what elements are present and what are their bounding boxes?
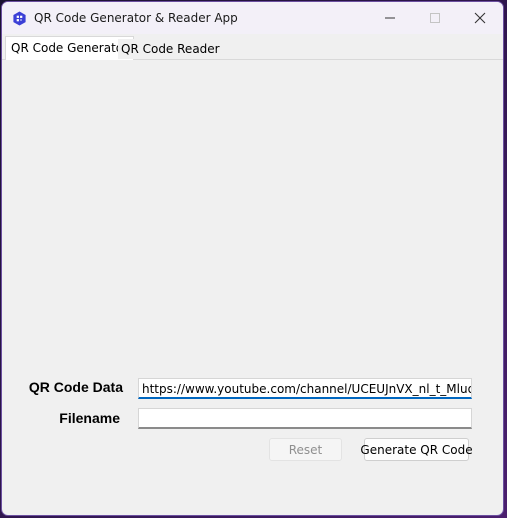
minimize-icon (385, 17, 395, 19)
window-title: QR Code Generator & Reader App (34, 11, 238, 25)
generate-qr-code-button[interactable]: Generate QR Code (360, 438, 473, 461)
qr-code-data-label: QR Code Data (28, 379, 123, 395)
minimize-button[interactable] (367, 2, 413, 34)
qr-code-data-input[interactable]: https://www.youtube.com/channel/UCEUJnVX… (138, 378, 472, 399)
filename-input[interactable] (138, 408, 472, 429)
close-icon (474, 12, 486, 24)
tab-qr-code-generator[interactable]: QR Code Generator (5, 36, 135, 60)
close-button[interactable] (457, 2, 503, 34)
filename-label: Filename (59, 410, 120, 426)
tab-bar: QR Code Generator QR Code Reader (2, 36, 503, 60)
reset-button[interactable]: Reset (269, 438, 342, 461)
maximize-button[interactable] (412, 2, 458, 34)
app-window: QR Code Generator & Reader App QR Code G… (1, 1, 504, 516)
qr-app-icon (13, 11, 26, 26)
title-bar[interactable]: QR Code Generator & Reader App (2, 2, 503, 34)
maximize-icon (430, 13, 440, 23)
tab-qr-code-reader[interactable]: QR Code Reader (118, 39, 223, 59)
